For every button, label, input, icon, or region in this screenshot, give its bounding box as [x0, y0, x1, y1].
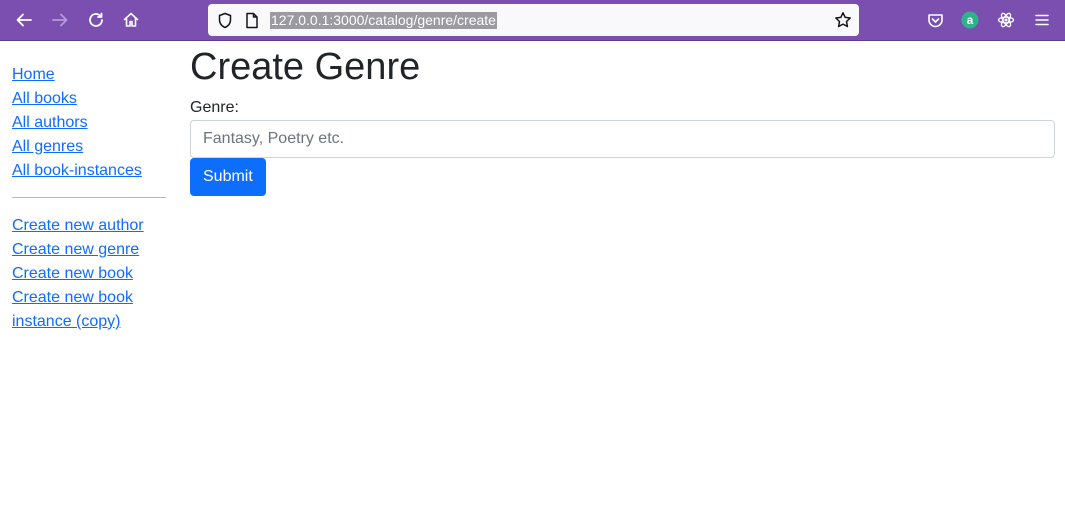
sidebar-link-all-book-instances[interactable]: All book-instances — [12, 159, 166, 183]
menu-button[interactable] — [1029, 7, 1055, 33]
sidebar-link-create-author[interactable]: Create new author — [12, 214, 166, 238]
page-title: Create Genre — [190, 46, 421, 88]
submit-button[interactable]: Submit — [190, 158, 266, 196]
pocket-button[interactable] — [922, 7, 948, 33]
back-arrow-icon — [16, 13, 32, 27]
react-icon — [997, 12, 1015, 28]
shield-icon[interactable] — [217, 12, 233, 29]
url-bar[interactable]: 127.0.0.1:3000/catalog/genre/create — [208, 4, 859, 36]
reload-button[interactable] — [83, 7, 109, 33]
sidebar-link-all-books[interactable]: All books — [12, 87, 166, 111]
react-devtools-button[interactable] — [993, 7, 1019, 33]
svg-text:a: a — [967, 13, 974, 27]
browser-toolbar: 127.0.0.1:3000/catalog/genre/create a — [0, 0, 1065, 41]
sidebar-divider — [12, 197, 166, 198]
sidebar-nav: Home All books All authors All genres Al… — [12, 63, 166, 334]
sidebar-link-all-authors[interactable]: All authors — [12, 111, 166, 135]
genre-form: Genre: Submit — [190, 96, 1055, 196]
back-button[interactable] — [11, 7, 37, 33]
sidebar-link-create-book-instance[interactable]: Create new book instance (copy) — [12, 286, 142, 334]
sidebar-link-all-genres[interactable]: All genres — [12, 135, 166, 159]
reload-icon — [89, 12, 103, 27]
url-text[interactable]: 127.0.0.1:3000/catalog/genre/create — [270, 12, 497, 29]
sidebar-link-create-book[interactable]: Create new book — [12, 262, 166, 286]
menu-icon — [1035, 14, 1049, 26]
home-button[interactable] — [118, 7, 144, 33]
genre-label: Genre: — [190, 99, 239, 116]
forward-arrow-icon — [52, 13, 68, 27]
extension-a-button[interactable]: a — [957, 7, 983, 33]
main-content: Create Genre Genre: Submit — [190, 44, 1055, 196]
genre-input[interactable] — [190, 120, 1055, 158]
extension-a-icon: a — [961, 11, 979, 29]
sidebar-link-home[interactable]: Home — [12, 63, 166, 87]
page-icon[interactable] — [245, 12, 259, 29]
sidebar-link-create-genre[interactable]: Create new genre — [12, 238, 166, 262]
pocket-icon — [927, 13, 943, 27]
forward-button[interactable] — [47, 7, 73, 33]
home-icon — [123, 12, 139, 27]
star-icon[interactable] — [834, 11, 852, 29]
